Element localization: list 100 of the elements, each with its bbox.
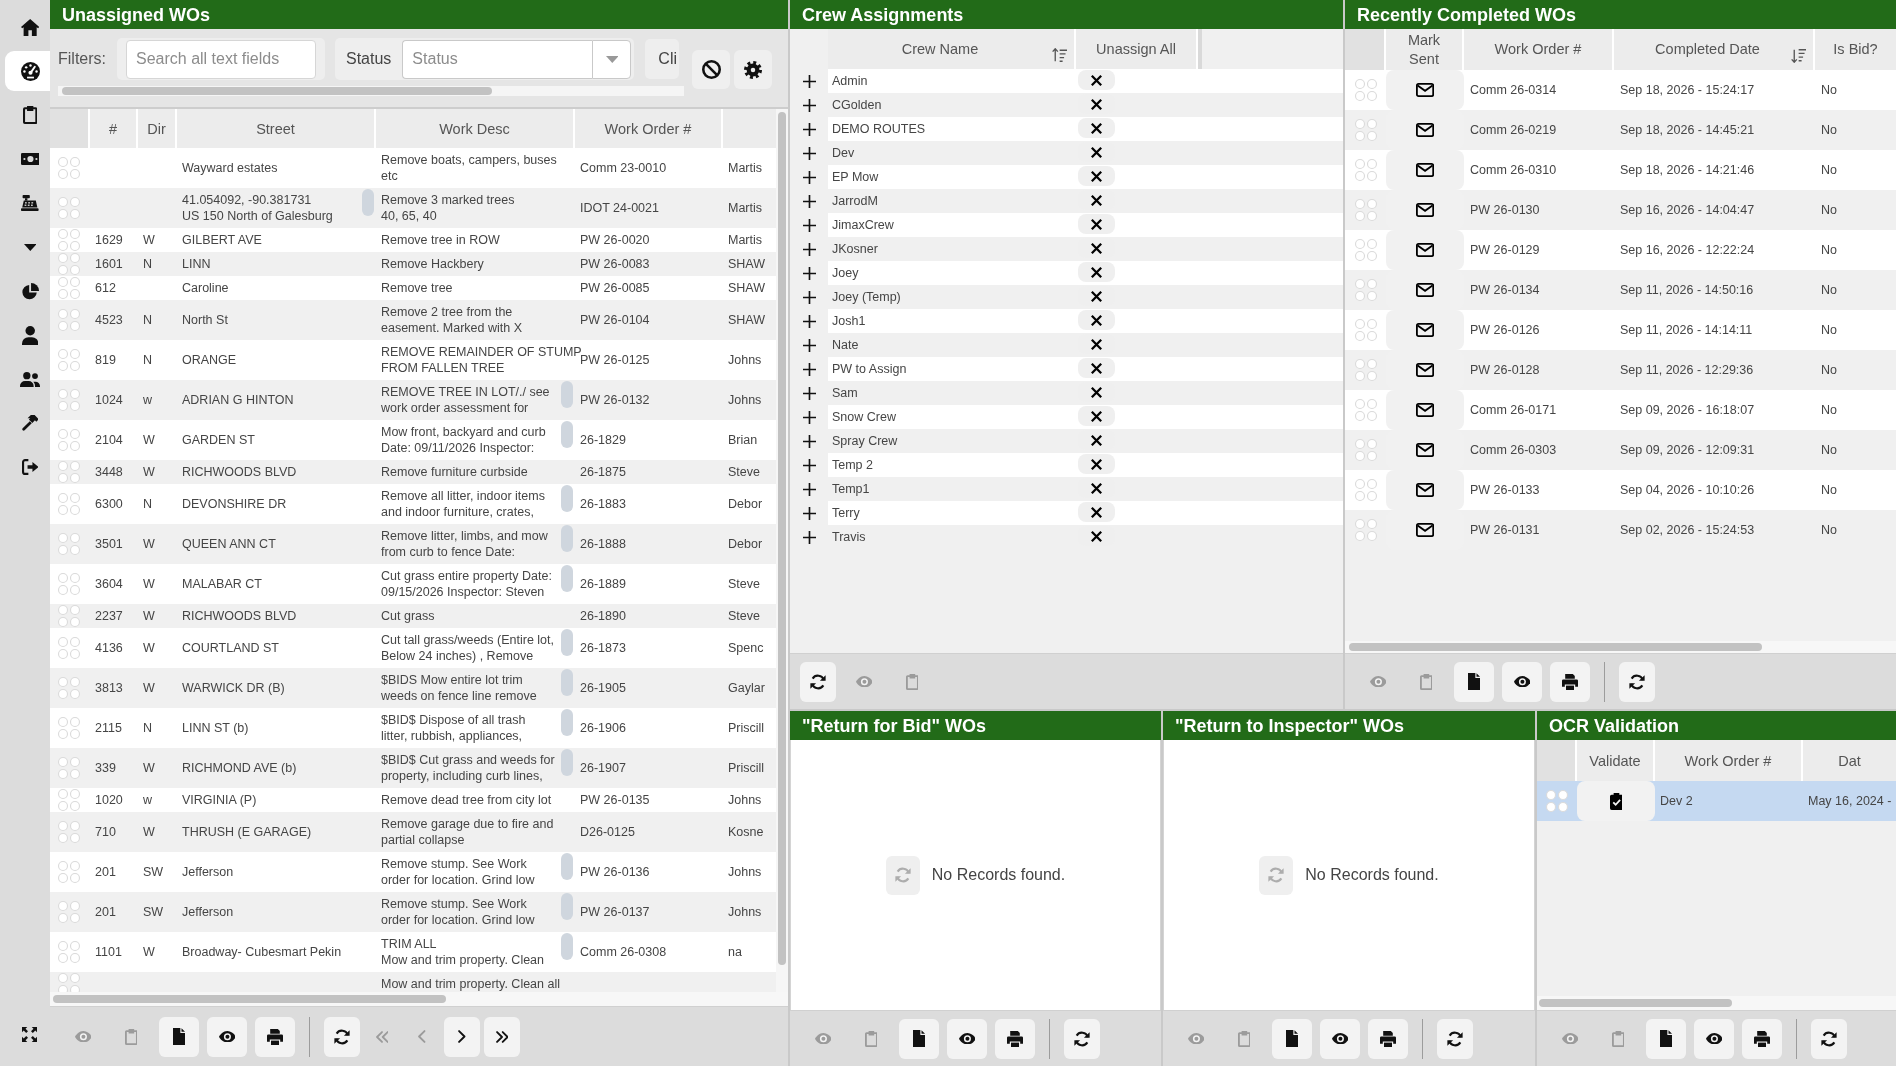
pdf-button[interactable]: [1646, 1018, 1686, 1059]
refresh-icon[interactable]: [810, 673, 826, 690]
plus-icon[interactable]: [802, 410, 816, 424]
table-row[interactable]: Terry: [828, 501, 1343, 525]
x-icon[interactable]: [1091, 170, 1102, 182]
cell-scrollbar[interactable]: [561, 485, 573, 512]
x-icon[interactable]: [1091, 242, 1102, 254]
view-button[interactable]: [947, 1018, 987, 1059]
x-icon[interactable]: [1091, 98, 1102, 110]
plus-icon[interactable]: [802, 362, 816, 376]
user-icon[interactable]: [21, 325, 39, 345]
envelope-icon[interactable]: [1415, 163, 1435, 177]
users-icon[interactable]: [20, 371, 40, 387]
drag-handle-icon[interactable]: [58, 637, 80, 659]
unassign-button[interactable]: [1078, 214, 1115, 234]
drag-handle-icon[interactable]: [58, 277, 80, 299]
refresh-button[interactable]: [1811, 1018, 1847, 1059]
column-header[interactable]: Work Desc: [376, 109, 575, 148]
column-header[interactable]: Street: [177, 109, 376, 148]
envelope-icon[interactable]: [1415, 83, 1435, 97]
drag-handle-icon[interactable]: [1354, 199, 1377, 221]
hammer-icon[interactable]: [21, 415, 39, 431]
printer-icon[interactable]: [1562, 673, 1578, 690]
scrollbar-thumb[interactable]: [53, 995, 446, 1003]
settings-button[interactable]: [734, 50, 772, 89]
x-icon[interactable]: [1091, 482, 1102, 494]
envelope-icon[interactable]: [1415, 243, 1435, 257]
plus-icon[interactable]: [802, 506, 816, 520]
ban-button[interactable]: [692, 50, 730, 89]
drag-handle-icon[interactable]: [58, 429, 80, 451]
x-icon[interactable]: [1091, 410, 1102, 422]
sign-out-icon[interactable]: [21, 459, 39, 475]
x-icon[interactable]: [1091, 386, 1102, 398]
file-icon[interactable]: [1285, 1030, 1299, 1047]
x-icon[interactable]: [1091, 338, 1102, 350]
envelope-icon[interactable]: [1415, 123, 1435, 137]
scrollbar-thumb[interactable]: [778, 112, 786, 965]
pie-chart-icon[interactable]: [21, 282, 39, 300]
envelope-icon[interactable]: [1415, 323, 1435, 337]
settings-icon[interactable]: [744, 60, 762, 79]
cell-scrollbar[interactable]: [561, 565, 573, 592]
table-row[interactable]: PW 26-0126 Sep 11, 2026 - 14:14:11 No: [1345, 310, 1896, 350]
unassign-button[interactable]: [1078, 166, 1115, 186]
drag-handle-icon[interactable]: [58, 677, 80, 699]
table-row[interactable]: Temp 2: [828, 453, 1343, 477]
print-button[interactable]: [1742, 1018, 1782, 1059]
plus-icon[interactable]: [802, 290, 816, 304]
refresh-button[interactable]: [800, 661, 836, 702]
envelope-icon[interactable]: [1415, 443, 1435, 457]
gauge-icon[interactable]: [20, 61, 40, 81]
last-page-button[interactable]: [484, 1016, 520, 1057]
sort-icon[interactable]: [1052, 48, 1067, 62]
eye-icon[interactable]: [1705, 1032, 1723, 1045]
plus-icon[interactable]: [802, 482, 816, 496]
plus-icon[interactable]: [802, 242, 816, 256]
mark-sent-button[interactable]: [1386, 70, 1464, 110]
cash-register-icon[interactable]: [21, 195, 39, 211]
table-row[interactable]: Admin: [828, 69, 1343, 93]
table-row[interactable]: 4136 W COURTLAND ST Cut tall grass/weeds (Entire lot, Below 24 inches) , Remove 26-1873 Spenc: [50, 628, 776, 668]
plus-icon[interactable]: [802, 434, 816, 448]
clipboard-icon[interactable]: [22, 106, 38, 124]
print-button[interactable]: [1368, 1018, 1408, 1059]
table-row[interactable]: 2115 N LINN ST (b) $BID$ Dispose of all trash litter, rubbish, appliances, 26-1906 Priscill: [50, 708, 776, 748]
drag-handle-icon[interactable]: [58, 573, 80, 595]
cell-scrollbar[interactable]: [561, 629, 573, 656]
drag-handle-icon[interactable]: [58, 309, 80, 331]
table-row[interactable]: EP Mow: [828, 165, 1343, 189]
drag-handle-icon[interactable]: [58, 197, 80, 219]
x-icon[interactable]: [1091, 530, 1102, 542]
x-icon[interactable]: [1091, 434, 1102, 446]
x-icon[interactable]: [1091, 458, 1102, 470]
x-icon[interactable]: [1091, 314, 1102, 326]
unassign-button[interactable]: [1078, 310, 1115, 330]
next-page-button[interactable]: [444, 1016, 480, 1057]
table-row[interactable]: PW 26-0129 Sep 16, 2026 - 12:22:24 No: [1345, 230, 1896, 270]
drag-handle-icon[interactable]: [1354, 319, 1377, 341]
column-header[interactable]: Unassign All: [1076, 29, 1198, 69]
refresh-icon[interactable]: [1821, 1030, 1837, 1047]
eye-icon[interactable]: [218, 1030, 236, 1043]
sort-icon[interactable]: [1791, 48, 1806, 63]
plus-icon[interactable]: [802, 338, 816, 352]
cell-scrollbar[interactable]: [561, 933, 573, 960]
plus-icon[interactable]: [802, 458, 816, 472]
view-button[interactable]: [207, 1016, 247, 1057]
envelope-icon[interactable]: [1415, 363, 1435, 377]
plus-icon[interactable]: [802, 146, 816, 160]
drag-handle-icon[interactable]: [58, 757, 80, 779]
unassign-button[interactable]: [1078, 118, 1115, 138]
unassign-button[interactable]: [1078, 502, 1115, 522]
drag-handle-icon[interactable]: [58, 821, 80, 843]
cell-scrollbar[interactable]: [561, 709, 573, 736]
refresh-button[interactable]: [1437, 1018, 1473, 1059]
x-icon[interactable]: [1091, 194, 1102, 206]
file-icon[interactable]: [172, 1028, 186, 1045]
drag-handle-icon[interactable]: [58, 389, 80, 411]
print-button[interactable]: [995, 1018, 1035, 1059]
table-row[interactable]: Comm 26-0314 Sep 18, 2026 - 15:24:17 No: [1345, 70, 1896, 110]
plus-icon[interactable]: [802, 122, 816, 136]
table-row[interactable]: 1020 w VIRGINIA (P) Remove dead tree from city lot PW 26-0135 Johns: [50, 788, 776, 812]
ban-icon[interactable]: [701, 60, 721, 79]
